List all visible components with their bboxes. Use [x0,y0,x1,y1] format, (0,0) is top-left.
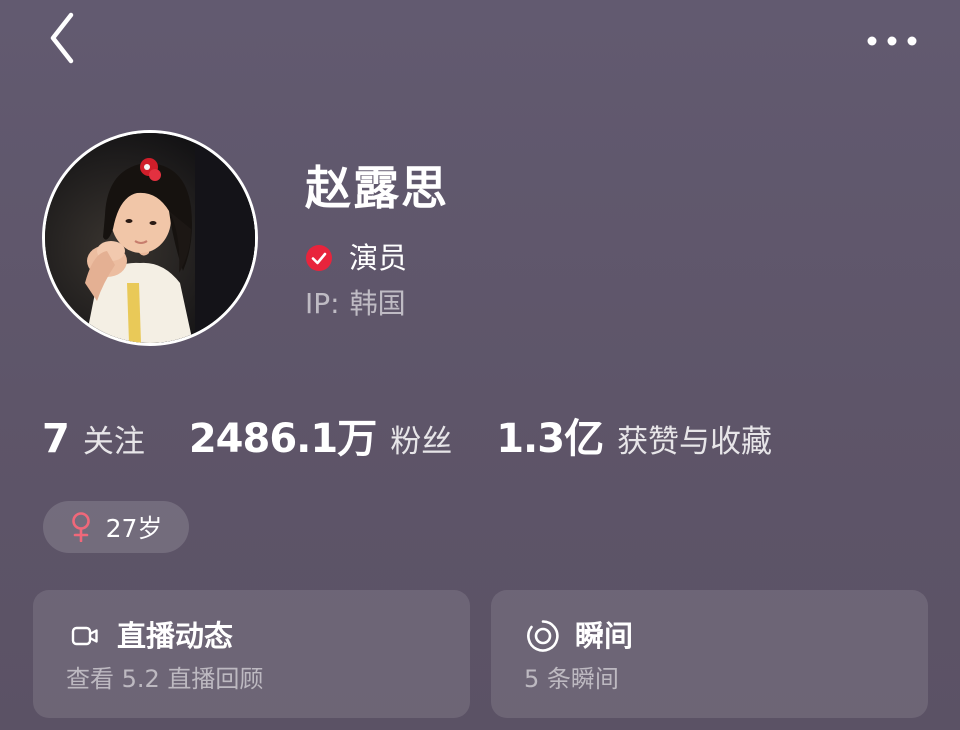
likes-label: 获赞与收藏 [617,424,773,460]
verified-check-icon [305,244,333,272]
followers-count: 2486.1万 [188,416,377,462]
moments-card-title: 瞬间 [575,619,634,653]
moments-card-subtitle: 5 条瞬间 [524,665,619,693]
avatar[interactable] [42,130,258,346]
female-icon [70,512,92,542]
live-card-subtitle: 查看 5.2 直播回顾 [66,665,264,693]
verified-title: 演员 [349,241,408,275]
profile-name: 赵露思 [305,161,449,215]
age-text: 27岁 [105,514,163,543]
stats-row: 7 关注 2486.1万 粉丝 1.3亿 获赞与收藏 [42,406,816,466]
followers-label: 粉丝 [390,424,453,460]
moments-ring-icon [525,618,561,654]
live-card-title: 直播动态 [117,619,234,653]
back-button[interactable] [38,8,86,68]
moments-card[interactable]: 瞬间 5 条瞬间 [491,590,928,718]
moments-card-header: 瞬间 [525,618,633,654]
avatar-photo [45,133,255,343]
age-gender-tag: 27岁 [43,501,189,553]
live-card-header: 直播动态 [67,618,233,654]
chevron-left-icon [50,12,74,64]
ip-location: IP: 韩国 [305,284,406,324]
ip-label: IP: [305,287,340,320]
likes-stat[interactable]: 1.3亿 获赞与收藏 [496,406,772,464]
likes-count: 1.3亿 [496,416,604,462]
following-label: 关注 [82,424,145,460]
live-feed-card[interactable]: 直播动态 查看 5.2 直播回顾 [33,590,470,718]
following-count: 7 [42,416,70,462]
more-options-button[interactable] [864,26,920,56]
more-horizontal-icon [867,36,917,46]
following-stat[interactable]: 7 关注 [42,416,145,462]
followers-stat[interactable]: 2486.1万 粉丝 [189,406,452,464]
ip-value: 韩国 [349,287,406,320]
verification-row: 演员 [305,238,407,278]
video-camera-icon [67,618,103,654]
